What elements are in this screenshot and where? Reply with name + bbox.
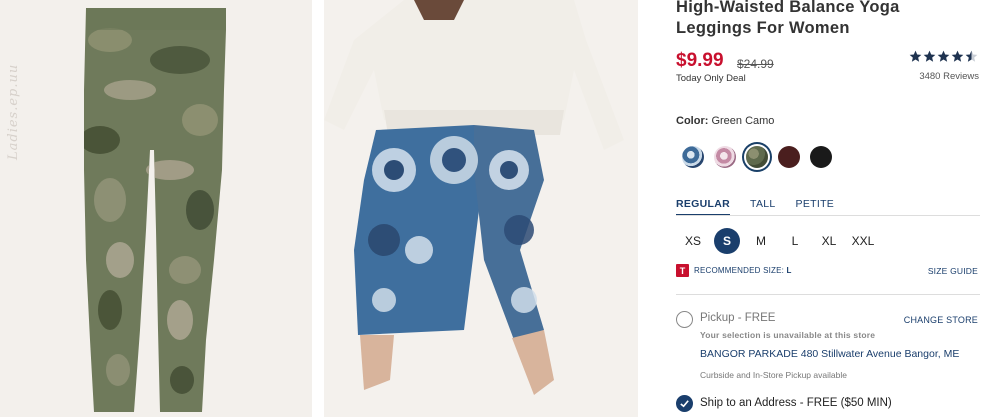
size-option-m[interactable]: M [748,228,774,254]
size-option-xs[interactable]: XS [680,228,706,254]
true-fit-icon: T [676,264,689,277]
unavailable-message: Your selection is unavailable at this st… [700,330,876,340]
recommended-size-label: RECOMMENDED SIZE: [694,266,785,275]
deal-label: Today Only Deal [676,73,746,84]
swatch-blue-tie-dye[interactable] [682,146,704,168]
fit-tabs: REGULAR TALL PETITE [676,198,834,216]
review-count-link[interactable]: 3480 Reviews [919,71,979,82]
product-details-panel: High-Waisted Balance Yoga Leggings For W… [676,0,982,417]
fit-tabs-divider [676,215,980,216]
product-image-flat[interactable]: Ladies.ep.uu [0,0,312,417]
size-option-l[interactable]: L [782,228,808,254]
size-guide-link[interactable]: SIZE GUIDE [928,266,978,276]
star-full-icon [937,50,950,62]
size-selector: XS S M L XL XXL [680,228,884,254]
swatch-green-camo[interactable] [746,146,768,168]
tab-regular[interactable]: REGULAR [676,198,731,216]
recommended-size-value: L [786,266,792,275]
pickup-label: Pickup - FREE [700,312,776,324]
original-price: $24.99 [737,57,774,71]
swatch-pink-tie-dye[interactable] [714,146,736,168]
recommended-size: T RECOMMENDED SIZE: L [676,264,792,277]
color-swatches [682,146,832,168]
tab-tall[interactable]: TALL [750,198,776,216]
ship-radio[interactable] [676,395,693,412]
recommended-size-text[interactable]: RECOMMENDED SIZE: L [694,266,792,275]
size-option-s[interactable]: S [714,228,740,254]
checkmark-icon [680,400,689,408]
change-store-link[interactable]: CHANGE STORE [904,315,978,325]
star-full-icon [951,50,964,62]
product-title: High-Waisted Balance Yoga Leggings For W… [676,0,900,37]
size-option-xxl[interactable]: XXL [850,228,876,254]
tab-petite[interactable]: PETITE [796,198,835,216]
sale-price: $9.99 [676,50,724,71]
color-label-key: Color: [676,115,709,127]
star-half-icon [965,50,978,62]
ship-label: Ship to an Address - FREE ($50 MIN) [700,397,892,409]
swatch-black[interactable] [810,146,832,168]
model-illustration [324,0,624,395]
section-divider [676,294,980,295]
store-name-link[interactable]: BANGOR PARKADE 480 Stillwater Avenue Ban… [700,348,959,360]
curbside-note: Curbside and In-Store Pickup available [700,370,847,380]
selected-color-name: Green Camo [711,115,775,127]
size-option-xl[interactable]: XL [816,228,842,254]
color-label: Color: Green Camo [676,115,774,127]
rating-stars[interactable] [909,50,978,63]
pickup-radio[interactable] [676,311,693,328]
camo-leggings-illustration [84,8,226,412]
star-full-icon [909,50,922,62]
star-full-icon [923,50,936,62]
product-image-model[interactable] [324,0,638,417]
swatch-burgundy[interactable] [778,146,800,168]
